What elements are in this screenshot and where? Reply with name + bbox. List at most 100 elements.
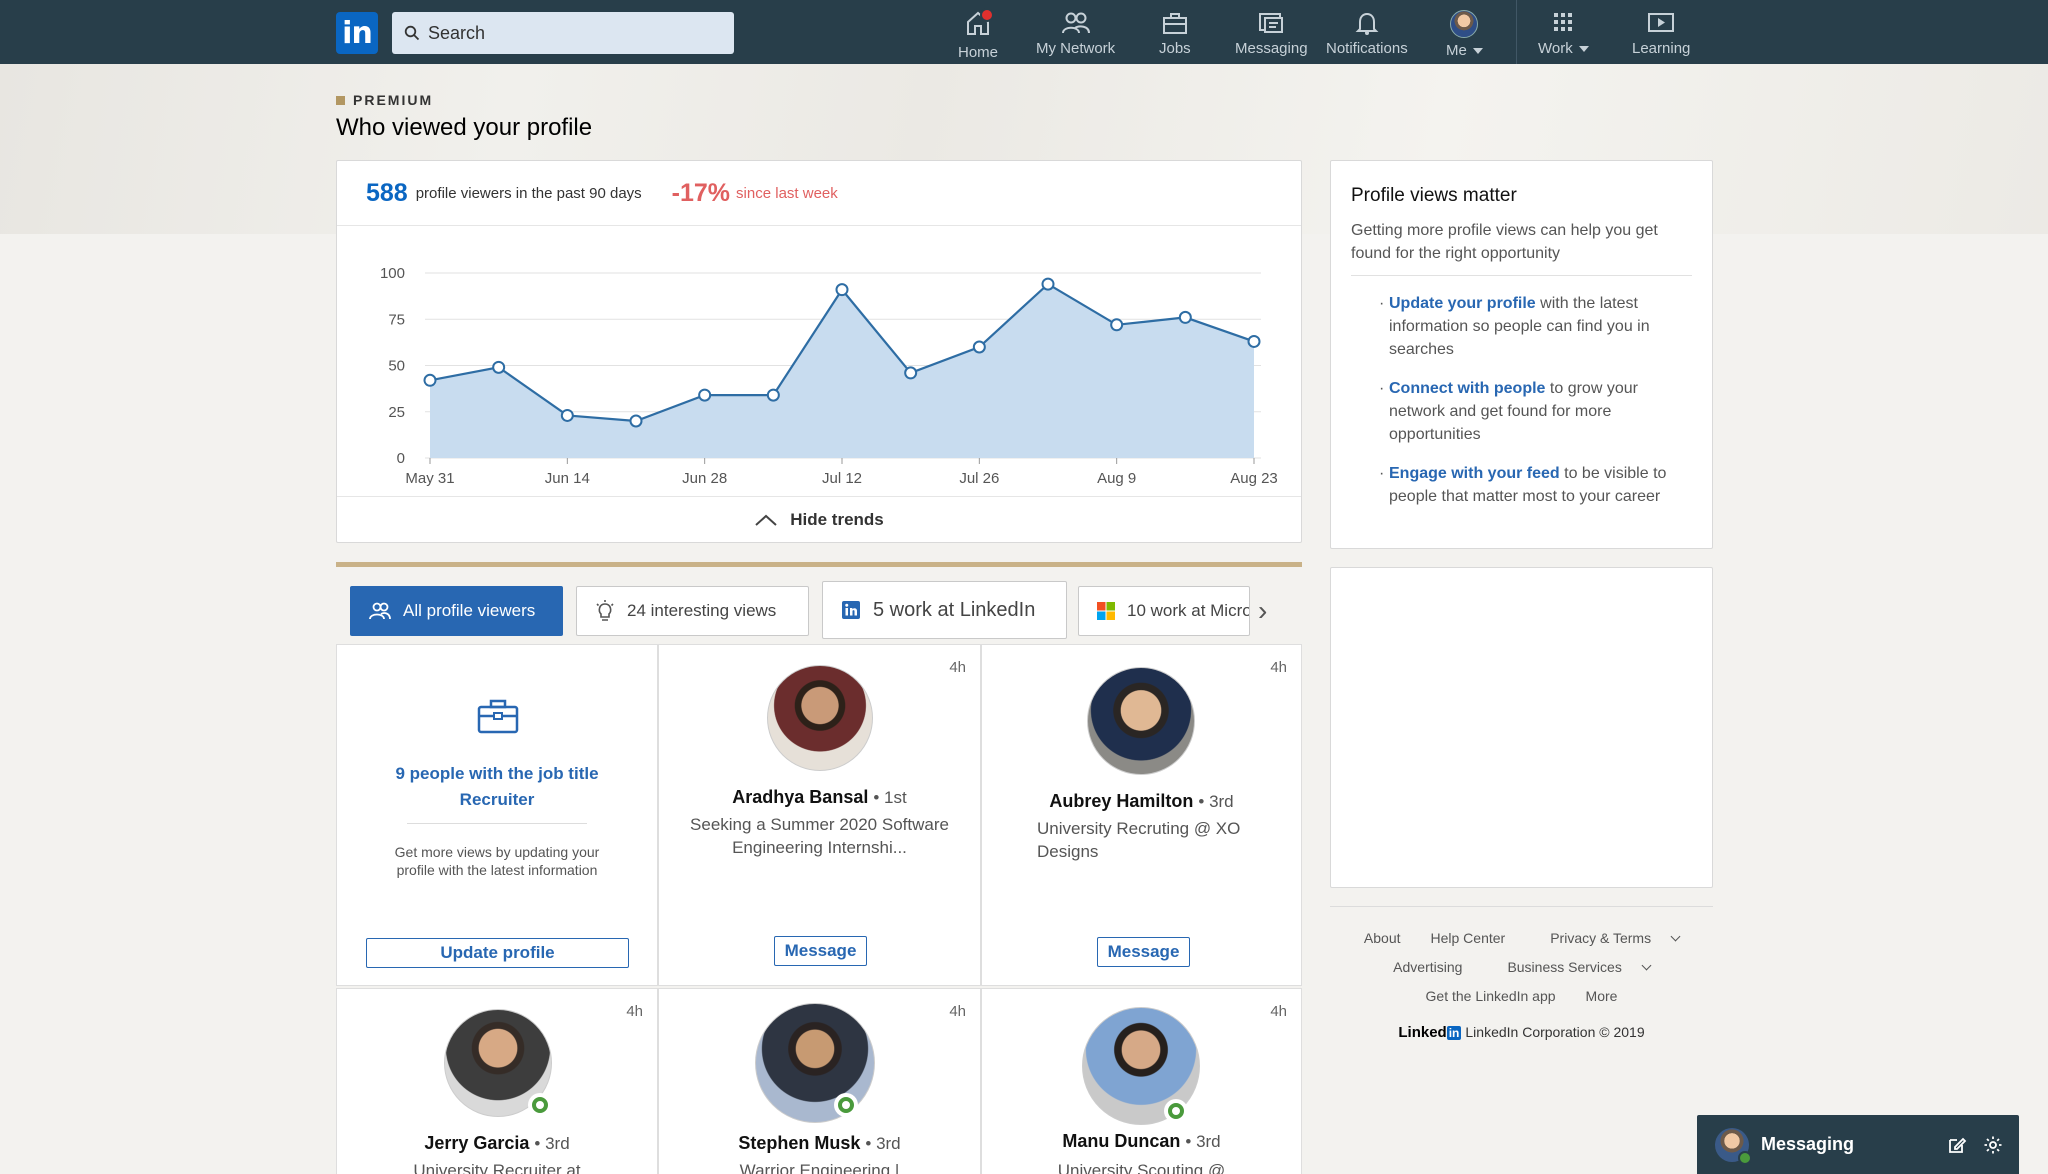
view-time: 4h [1270,1003,1287,1020]
footer-app-link[interactable]: Get the LinkedIn app [1426,988,1556,1004]
stats-row: 588 profile viewers in the past 90 days … [337,161,1301,226]
nav-jobs[interactable]: Jobs [1159,10,1191,60]
premium-label: PREMIUM [336,92,433,108]
divider [407,823,587,824]
tips-subtitle: Getting more profile views can help you … [1351,219,1692,276]
nav-my-network[interactable]: My Network [1036,10,1115,60]
viewers-count[interactable]: 588 [366,179,408,208]
footer-privacy-link[interactable]: Privacy & Terms [1535,930,1681,946]
views-chart: 0 25 50 75 100 May 31 Jun 14 Jun 28 Jul 12 Jul 26… [380,265,1278,487]
viewer-card[interactable]: 4h Jerry Garcia • 3rd University Recruit… [336,988,658,1174]
bullet: · [1379,380,1385,397]
viewer-name[interactable]: Stephen Musk • 3rd [659,1133,980,1154]
tab-label: 5 work at LinkedIn [873,598,1036,621]
view-time: 4h [949,659,966,676]
viewer-headline: University Recruiter at [413,1161,581,1174]
chevron-down-icon [1670,931,1681,942]
search-bar[interactable] [392,12,734,54]
data-point [1110,318,1124,332]
data-point [904,366,918,380]
footer-more-link[interactable]: More [1586,988,1618,1004]
update-profile-button[interactable]: Update profile [366,938,629,968]
viewers-text: profile viewers in the past 90 days [415,184,642,202]
viewer-card[interactable]: 4h Aubrey Hamilton • 3rd University Recr… [981,644,1302,986]
nav-label: My Network [1036,40,1116,57]
messaging-dock[interactable]: Messaging [1697,1115,2019,1174]
viewer-name[interactable]: Jerry Garcia • 3rd [337,1133,657,1154]
job-title-card: 9 people with the job title Recruiter Ge… [336,644,658,986]
footer-advertising-link[interactable]: Advertising [1393,959,1462,975]
viewer-headline: Warrior Engineering | [739,1161,900,1174]
footer-business-link[interactable]: Business Services [1492,959,1652,975]
nav-label: Jobs [1159,40,1191,57]
nav-learning[interactable]: Learning [1632,10,1690,60]
nav-notifications[interactable]: Notifications [1326,10,1408,60]
avatar[interactable] [1087,667,1195,775]
job-title-link[interactable]: 9 people with the job title Recruiter [377,761,617,813]
chevron-down-icon [1641,960,1652,971]
x-tick-label: Jun 14 [545,470,590,487]
hide-trends-button[interactable]: Hide trends [337,496,1301,542]
footer-divider [1330,906,1713,907]
message-button[interactable]: Message [774,936,867,966]
message-button[interactable]: Message [1097,937,1190,967]
chevron-up-icon [755,514,777,526]
viewer-name[interactable]: Aradhya Bansal • 1st [659,787,980,808]
tip-link[interactable]: Connect with people [1389,380,1545,397]
chart-area [430,284,1254,458]
footer-about-link[interactable]: About [1364,930,1401,946]
avatar [1450,10,1479,38]
network-icon [1061,12,1090,34]
tab-all-profile-viewers[interactable]: All profile viewers [350,586,563,636]
viewer-headline: University Scouting @ [1057,1161,1226,1174]
y-tick-label: 0 [397,450,405,467]
x-tick-label: May 31 [405,470,454,487]
nav-messaging[interactable]: Messaging [1235,10,1308,60]
nav-home[interactable]: Home [958,8,998,61]
chevron-right-icon[interactable]: › [1258,595,1267,627]
tab-work-at-microsoft[interactable]: 10 work at Micro [1078,586,1250,636]
linkedin-logo[interactable]: in [336,12,378,54]
tip-item: · Connect with people to grow your networ… [1351,377,1692,446]
search-input[interactable] [428,22,708,44]
tip-link[interactable]: Update your profile [1389,295,1536,312]
compose-icon[interactable] [1947,1135,1967,1155]
viewer-name[interactable]: Aubrey Hamilton • 3rd [982,791,1301,812]
view-time: 4h [949,1003,966,1020]
viewer-card[interactable]: 4h Manu Duncan • 3rd University Scouting… [981,988,1302,1174]
tab-work-at-linkedin[interactable]: 5 work at LinkedIn [822,581,1067,639]
y-tick-label: 25 [388,404,405,421]
tab-interesting-views[interactable]: 24 interesting views [576,586,809,636]
tab-label: All profile viewers [403,601,536,620]
view-time: 4h [626,1003,643,1020]
viewer-name[interactable]: Manu Duncan • 3rd [982,1131,1301,1152]
data-point [629,414,643,428]
gear-icon[interactable] [1983,1135,2003,1155]
bell-icon [1355,12,1379,35]
play-icon [1648,13,1675,32]
avatar[interactable] [767,665,873,771]
change-percent: -17% [671,178,731,207]
viewer-card[interactable]: 4h Stephen Musk • 3rd Warrior Engineerin… [658,988,981,1174]
nav-label: Learning [1632,40,1691,57]
premium-text: PREMIUM [353,92,434,108]
linkedin-logo-small: in [1446,1026,1462,1040]
data-point [1178,310,1192,324]
change-text: since last week [736,184,838,202]
nav-work[interactable]: Work [1538,10,1589,60]
online-status-icon [1738,1150,1752,1165]
people-icon [369,602,391,620]
tip-link[interactable]: Engage with your feed [1389,465,1560,482]
online-status-icon [834,1093,858,1117]
chevron-down-icon [1472,48,1483,55]
footer-help-link[interactable]: Help Center [1431,930,1506,946]
bullet: · [1379,295,1385,312]
viewer-card[interactable]: 4h Aradhya Bansal • 1st Seeking a Summer… [658,644,981,986]
view-time: 4h [1270,659,1287,676]
filter-tabs: All profile viewers 24 interesting views… [336,562,1302,644]
profile-tips-card: Profile views matter Getting more profil… [1330,160,1713,549]
nav-label: Me [1446,42,1467,59]
messaging-label: Messaging [1761,1134,1855,1154]
nav-me[interactable]: Me [1446,10,1483,60]
viewer-headline: University Recruting @ XO Designs [1037,819,1241,861]
